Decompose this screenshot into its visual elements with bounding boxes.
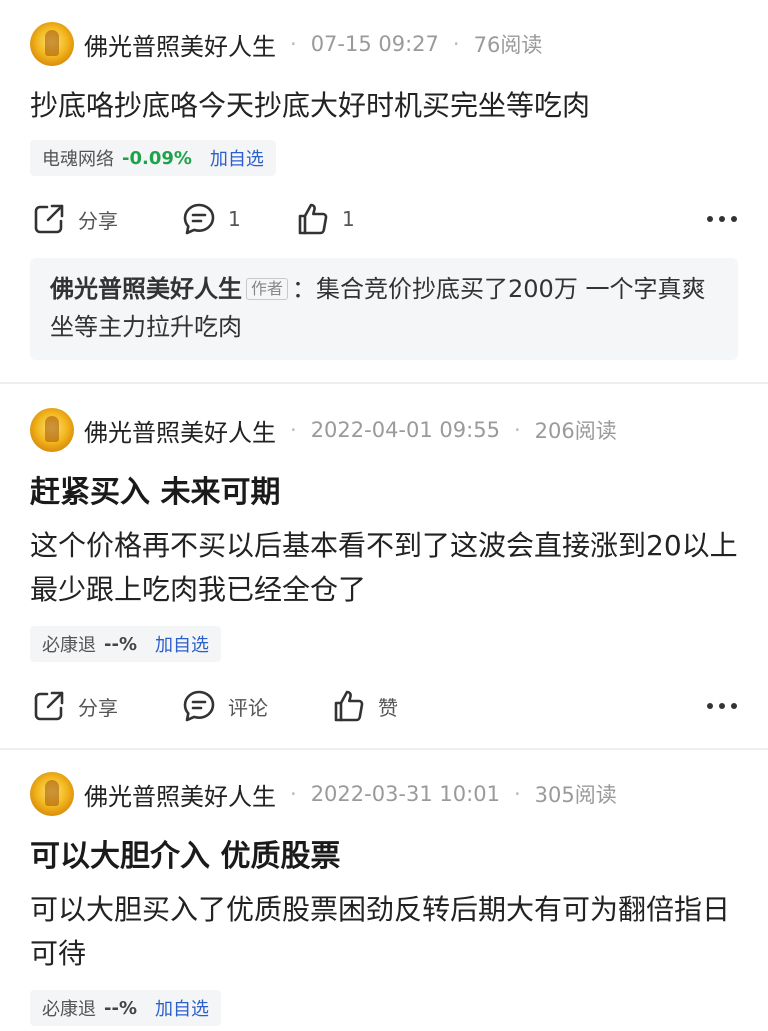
post-title[interactable]: 可以大胆介入 优质股票	[30, 836, 738, 878]
separator-dot: ·	[290, 32, 297, 56]
like-label: 赞	[378, 695, 398, 720]
more-button[interactable]	[706, 701, 738, 711]
more-button[interactable]	[706, 214, 738, 224]
post-time: 07-15 09:27	[310, 32, 439, 56]
stock-name: 电魂网络	[42, 149, 114, 170]
share-icon	[34, 691, 64, 721]
post-time: 2022-03-31 10:01	[310, 782, 500, 806]
add-watchlist-button[interactable]: 加自选	[210, 145, 264, 171]
stock-name: 必康退	[42, 999, 96, 1020]
like-button[interactable]: 1	[296, 202, 355, 236]
comment-author[interactable]: 佛光普照美好人生	[50, 275, 242, 303]
post-header: 佛光普照美好人生 · 2022-03-31 10:01 · 305阅读	[30, 772, 617, 816]
post-title[interactable]: 赶紧买入 未来可期	[30, 472, 738, 514]
thumbs-up-icon	[334, 690, 364, 722]
read-count: 305阅读	[534, 783, 617, 807]
post-header: 佛光普照美好人生 · 07-15 09:27 · 76阅读	[30, 22, 542, 66]
post-body[interactable]: 这个价格再不买以后基本看不到了这波会直接涨到20以上最少跟上吃肉我已经全仓了	[30, 524, 738, 612]
avatar[interactable]	[30, 408, 74, 452]
post-body[interactable]: 可以大胆买入了优质股票困劲反转后期大有可为翻倍指日可待	[30, 888, 738, 976]
stock-change: --%	[104, 997, 137, 1019]
share-button[interactable]: 分享	[32, 689, 182, 723]
action-bar: 分享 评论 赞	[32, 686, 738, 726]
comment-button[interactable]: 1	[182, 202, 296, 236]
add-watchlist-button[interactable]: 加自选	[155, 631, 209, 657]
like-count: 1	[342, 207, 355, 231]
author-name[interactable]: 佛光普照美好人生	[84, 27, 276, 62]
avatar[interactable]	[30, 772, 74, 816]
post-header: 佛光普照美好人生 · 2022-04-01 09:55 · 206阅读	[30, 408, 617, 452]
separator-dot: ·	[290, 782, 297, 806]
stock-change: -0.09%	[122, 147, 192, 169]
like-button[interactable]: 赞	[332, 689, 398, 723]
comment-label: 评论	[228, 695, 268, 720]
author-badge: 作者	[246, 278, 289, 300]
action-bar: 分享 1 1	[32, 199, 738, 239]
post-card: 佛光普照美好人生 · 07-15 09:27 · 76阅读 抄底咯抄底咯今天抄底…	[0, 0, 768, 382]
post-card: 佛光普照美好人生 · 2022-03-31 10:01 · 305阅读 可以大胆…	[0, 750, 768, 1031]
stock-name: 必康退	[42, 635, 96, 656]
more-icon	[707, 703, 737, 709]
top-comment[interactable]: 佛光普照美好人生 作者 ：集合竞价抄底买了200万 一个字真爽 坐等主力拉升吃肉	[30, 258, 738, 360]
post-card: 佛光普照美好人生 · 2022-04-01 09:55 · 206阅读 赶紧买入…	[0, 384, 768, 748]
author-name[interactable]: 佛光普照美好人生	[84, 413, 276, 448]
avatar[interactable]	[30, 22, 74, 66]
separator-dot: ·	[513, 418, 521, 442]
add-watchlist-button[interactable]: 加自选	[155, 995, 209, 1021]
read-count: 76阅读	[473, 33, 543, 57]
separator-dot: ·	[290, 418, 297, 442]
share-button[interactable]: 分享	[32, 202, 182, 236]
thumbs-up-icon	[298, 203, 328, 235]
comment-count: 1	[228, 207, 241, 231]
stock-tag[interactable]: 必康退 --% 加自选	[30, 626, 221, 662]
share-icon	[34, 204, 64, 234]
stock-change: --%	[104, 633, 137, 655]
comment-button[interactable]: 评论	[182, 689, 332, 723]
share-label: 分享	[78, 695, 118, 720]
comment-icon	[183, 203, 215, 235]
post-time: 2022-04-01 09:55	[310, 418, 500, 442]
post-body[interactable]: 抄底咯抄底咯今天抄底大好时机买完坐等吃肉	[30, 84, 738, 128]
separator-dot: ·	[452, 32, 460, 56]
more-icon	[707, 216, 737, 222]
separator-dot: ·	[513, 782, 521, 806]
author-name[interactable]: 佛光普照美好人生	[84, 777, 276, 812]
comment-icon	[183, 690, 215, 722]
read-count: 206阅读	[534, 419, 617, 443]
share-label: 分享	[78, 208, 118, 233]
stock-tag[interactable]: 必康退 --% 加自选	[30, 990, 221, 1026]
stock-tag[interactable]: 电魂网络 -0.09% 加自选	[30, 140, 276, 176]
